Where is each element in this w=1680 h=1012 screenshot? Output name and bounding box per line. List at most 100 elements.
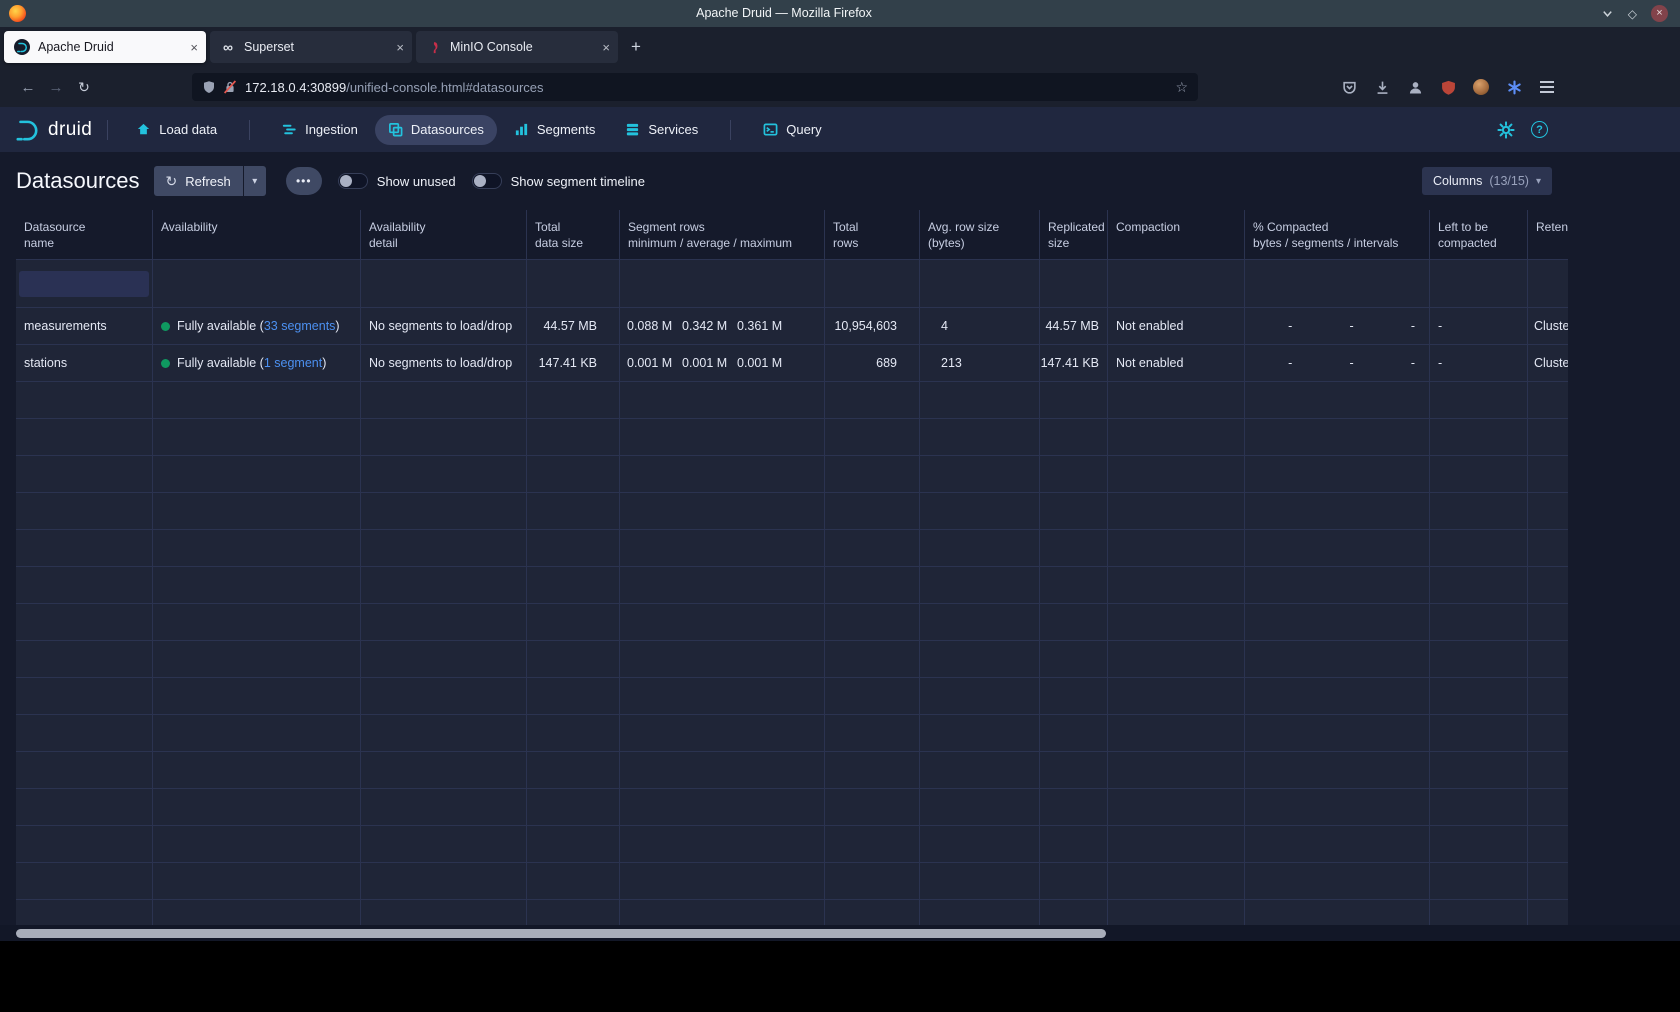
ublock-origin-icon[interactable]	[1435, 74, 1461, 100]
tab-minio-console[interactable]: MinIO Console ×	[416, 31, 618, 63]
column-header-text: rows	[833, 235, 913, 251]
empty-cell	[1040, 900, 1108, 925]
downloads-icon[interactable]	[1369, 74, 1395, 100]
column-header-text: Total	[833, 219, 913, 235]
horizontal-scrollbar-thumb[interactable]	[16, 929, 1106, 938]
nav-item-services[interactable]: Services	[612, 115, 711, 145]
availability-segments-link[interactable]: 33 segments	[264, 319, 336, 333]
filter-cell-replicated-size	[1040, 260, 1108, 308]
nav-item-datasources[interactable]: Datasources	[375, 115, 497, 145]
insecure-lock-icon[interactable]	[223, 80, 237, 94]
cell-retention[interactable]: Cluster default	[1528, 345, 1568, 382]
cell-datasource-name[interactable]: measurements	[16, 308, 153, 345]
druid-logo[interactable]: druid	[14, 117, 92, 143]
save-to-pocket-icon[interactable]	[1336, 74, 1362, 100]
help-icon[interactable]: ?	[1531, 121, 1548, 138]
empty-cell	[153, 789, 361, 826]
cell-left-to-be-compacted: -	[1430, 345, 1528, 382]
tab-close-icon[interactable]: ×	[602, 40, 610, 55]
column-header-avg-row-size[interactable]: Avg. row size(bytes)	[920, 210, 1040, 260]
empty-cell	[361, 382, 527, 419]
empty-cell	[361, 863, 527, 900]
shield-permissions-icon[interactable]	[202, 80, 216, 94]
window-controls: ◇ ×	[1601, 5, 1668, 22]
empty-cell	[153, 419, 361, 456]
empty-cell	[361, 641, 527, 678]
account-icon[interactable]	[1402, 74, 1428, 100]
empty-cell	[1040, 715, 1108, 752]
cell-retention[interactable]: Cluster default	[1528, 308, 1568, 345]
segment-rows-value: 0.001 M	[682, 356, 737, 370]
empty-cell	[620, 752, 825, 789]
tab-superset[interactable]: ∞ Superset ×	[210, 31, 412, 63]
empty-cell	[16, 493, 153, 530]
new-tab-button[interactable]: +	[622, 33, 650, 61]
columns-button[interactable]: Columns (13/15) ▾	[1422, 167, 1552, 195]
extension-blue-icon[interactable]	[1501, 74, 1527, 100]
settings-gear-icon[interactable]	[1497, 121, 1515, 139]
browser-action-icons	[1336, 74, 1560, 100]
empty-cell	[1245, 863, 1430, 900]
back-button[interactable]: ←	[14, 73, 42, 101]
window-close-button[interactable]: ×	[1651, 5, 1668, 22]
column-header-total-rows[interactable]: Totalrows	[825, 210, 920, 260]
column-header-text: Replicated	[1048, 219, 1101, 235]
tab-close-icon[interactable]: ×	[396, 40, 404, 55]
empty-cell	[620, 604, 825, 641]
refresh-button[interactable]: ↻ Refresh	[154, 166, 243, 196]
bookmark-star-icon[interactable]: ☆	[1175, 79, 1188, 96]
cell-datasource-name[interactable]: stations	[16, 345, 153, 382]
refresh-interval-dropdown[interactable]: ▾	[244, 166, 266, 196]
nav-item-load-data[interactable]: Load data	[123, 115, 230, 145]
empty-cell	[527, 604, 620, 641]
availability-text: Fully available (	[177, 319, 264, 333]
column-header-replicated-size[interactable]: Replicatedsize	[1040, 210, 1108, 260]
url-text[interactable]: 172.18.0.4:30899/unified-console.html#da…	[245, 80, 1167, 95]
empty-cell	[16, 826, 153, 863]
cell-segment-rows: 0.088 M0.342 M0.361 M	[620, 308, 825, 345]
column-header-text: detail	[369, 235, 520, 251]
tab-apache-druid[interactable]: Apache Druid ×	[4, 31, 206, 63]
column-header-segment-rows[interactable]: Segment rowsminimum / average / maximum	[620, 210, 825, 260]
empty-cell	[1108, 382, 1245, 419]
empty-cell	[1528, 567, 1568, 604]
empty-cell	[16, 900, 153, 925]
column-header-compaction[interactable]: Compaction	[1108, 210, 1245, 260]
column-header-datasource-name[interactable]: Datasourcename	[16, 210, 153, 260]
column-header-pct-compacted[interactable]: % Compactedbytes / segments / intervals	[1245, 210, 1430, 260]
filter-cell-left-to-be-compacted	[1430, 260, 1528, 308]
column-header-total-data-size[interactable]: Totaldata size	[527, 210, 620, 260]
nav-item-segments[interactable]: Segments	[501, 115, 609, 145]
empty-cell	[1528, 752, 1568, 789]
empty-cell	[1040, 567, 1108, 604]
show-segment-timeline-toggle[interactable]	[472, 173, 502, 189]
column-header-left-to-be-compacted[interactable]: Left to becompacted	[1430, 210, 1528, 260]
window-minimize-icon[interactable]	[1601, 7, 1614, 20]
window-restore-icon[interactable]: ◇	[1628, 8, 1637, 20]
empty-cell	[153, 678, 361, 715]
forward-button[interactable]: →	[42, 73, 70, 101]
reload-button[interactable]: ↻	[70, 73, 98, 101]
empty-cell	[1528, 604, 1568, 641]
empty-cell	[361, 752, 527, 789]
extension-avatar-icon[interactable]	[1468, 74, 1494, 100]
segment-rows-value: 0.088 M	[627, 319, 682, 333]
column-header-availability-detail[interactable]: Availabilitydetail	[361, 210, 527, 260]
horizontal-scrollbar-track[interactable]	[0, 925, 1680, 941]
segment-rows-value: 0.001 M	[737, 356, 792, 370]
tab-close-icon[interactable]: ×	[190, 40, 198, 55]
column-header-retention[interactable]: Retention	[1528, 210, 1568, 260]
empty-cell	[1430, 789, 1528, 826]
more-actions-button[interactable]: •••	[286, 167, 322, 195]
url-host: 172.18.0.4:30899	[245, 80, 346, 95]
empty-cell	[1108, 826, 1245, 863]
nav-item-query[interactable]: Query	[750, 115, 834, 145]
menu-icon[interactable]	[1534, 74, 1560, 100]
url-bar[interactable]: 172.18.0.4:30899/unified-console.html#da…	[192, 73, 1198, 101]
nav-item-ingestion[interactable]: Ingestion	[269, 115, 371, 145]
empty-cell	[1245, 678, 1430, 715]
availability-segments-link[interactable]: 1 segment	[264, 356, 322, 370]
show-unused-toggle[interactable]	[338, 173, 368, 189]
datasource-name-filter-input[interactable]	[19, 271, 149, 297]
column-header-availability[interactable]: Availability	[153, 210, 361, 260]
